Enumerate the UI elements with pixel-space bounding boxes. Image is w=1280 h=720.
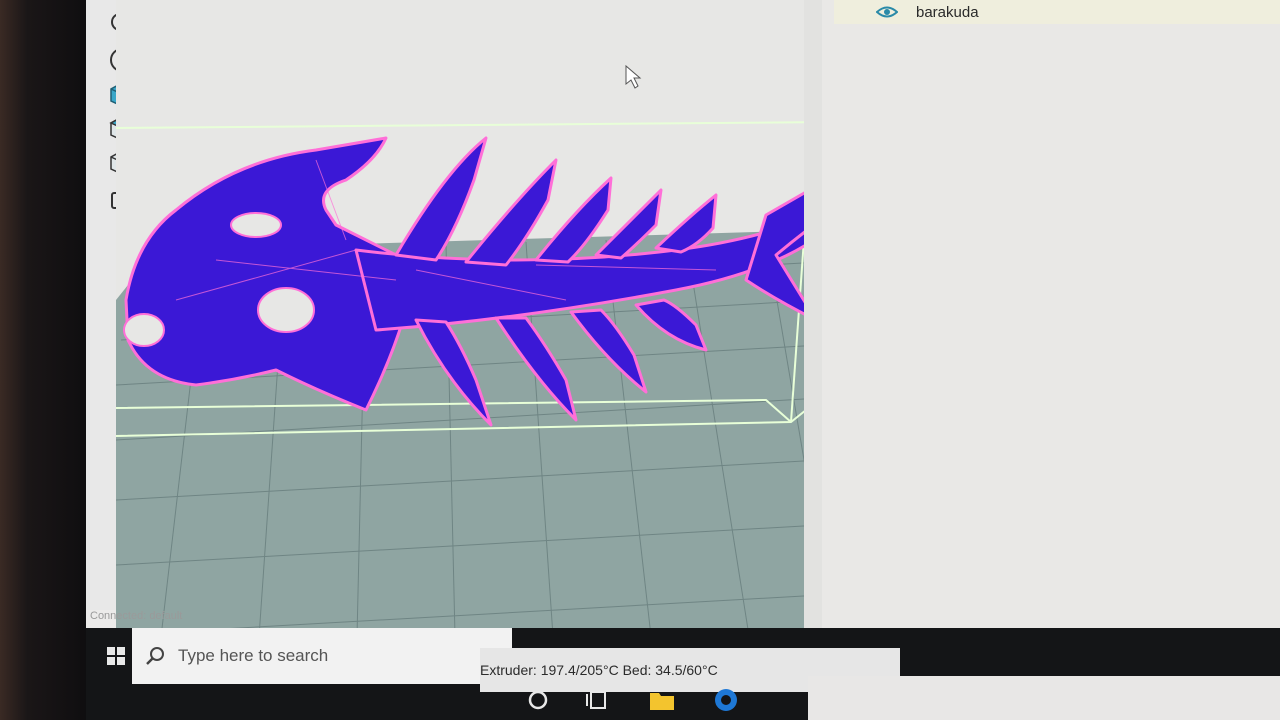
search-placeholder: Type here to search [178, 646, 329, 665]
objects-panel: barakuda [822, 0, 1280, 690]
connection-status: Connected: default [90, 610, 183, 622]
scene [116, 0, 841, 680]
mouse-cursor-icon [625, 64, 642, 89]
panel-splitter[interactable] [804, 0, 822, 690]
object-name: barakuda [916, 3, 979, 21]
file-explorer-icon[interactable] [648, 686, 676, 714]
cortana-icon[interactable] [524, 686, 552, 714]
object-row-barakuda[interactable]: barakuda [834, 0, 1280, 24]
eye-icon[interactable] [875, 5, 899, 19]
windows-start-icon[interactable] [100, 640, 132, 672]
taskbar-search-box[interactable]: Type here to search [132, 628, 512, 684]
search-icon [144, 645, 166, 667]
windows-taskbar: Type here to search Extruder: 197.4/205°… [86, 628, 1280, 720]
browser-icon[interactable] [712, 686, 740, 714]
3d-viewport[interactable] [116, 0, 843, 680]
app-window: barakuda Connected: default [86, 0, 1280, 700]
task-view-icon[interactable] [584, 686, 612, 714]
extruder-bed-temperature: Extruder: 197.4/205°C Bed: 34.5/60°C [480, 662, 718, 678]
monitor-bezel [0, 0, 92, 720]
taskbar-tray-area [808, 676, 1280, 720]
